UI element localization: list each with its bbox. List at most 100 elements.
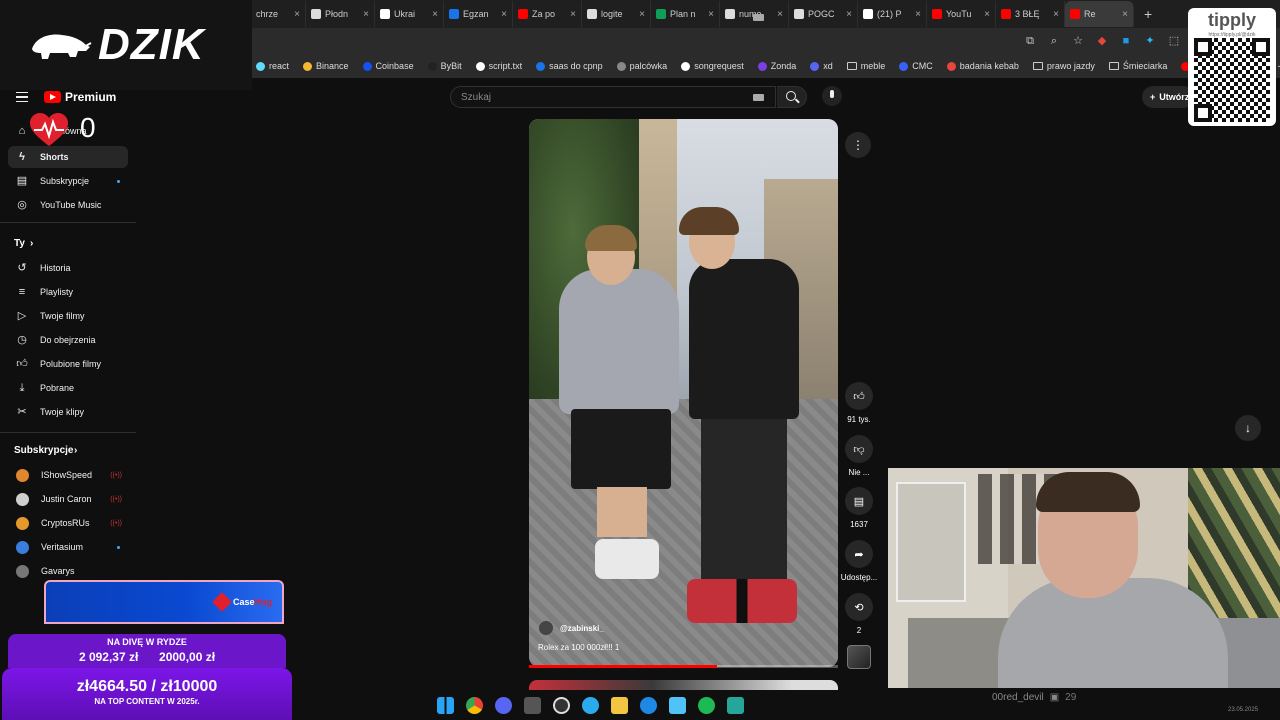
browser-tab[interactable]: Za po × [513,1,582,27]
windows-start-icon[interactable] [436,696,454,714]
puzzle-icon[interactable]: ⬚ [1168,35,1180,47]
obs-icon[interactable] [552,696,570,714]
browser-tab[interactable]: (21) P × [858,1,927,27]
more-options-icon[interactable]: ⋮ [845,132,871,158]
close-tab-icon[interactable]: × [639,9,645,20]
browser-tab[interactable]: Re × [1065,1,1134,27]
close-tab-icon[interactable]: × [846,9,852,20]
browser-tab[interactable]: POGC × [789,1,858,27]
bookmark-item[interactable]: prawo jazdy [1032,61,1095,71]
extension-icon[interactable]: ◆ [1096,35,1108,47]
share-icon[interactable]: ➦ [845,540,873,568]
short-channel[interactable]: @zabinski_ [538,620,604,636]
file-explorer-icon[interactable] [610,696,628,714]
bookmark-item[interactable]: xd [810,61,833,71]
browser-tab[interactable]: Plan n × [651,1,720,27]
close-tab-icon[interactable]: × [501,9,507,20]
discord-icon[interactable] [494,696,512,714]
sidebar-section-subscriptions[interactable]: Subskrypcje [14,445,73,456]
comment-icon[interactable]: ▤ [845,487,873,515]
extension-icon[interactable]: ✦ [1144,35,1156,47]
bookmark-item[interactable]: songrequest [681,61,744,71]
youtube-sidebar: ⌂ Główna ϟ Shorts ▤ Subskrypcje ◎ YouTube Mus… [0,114,138,720]
thumbs-down-icon[interactable]: 👎︎ [845,435,873,463]
youtube-logo[interactable]: Premium [44,90,116,104]
search-button[interactable] [777,86,807,108]
bookmark-item[interactable]: ByBit [427,61,462,71]
browser-tab[interactable]: logite × [582,1,651,27]
sidebar-item-twoje-filmy[interactable]: ▷ Twoje filmy [8,305,128,327]
browser-tab[interactable]: YouTu × [927,1,996,27]
install-app-icon[interactable]: ⧉ [1024,35,1036,47]
sidebar-item-subskrypcje[interactable]: ▤ Subskrypcje [8,170,128,192]
bookmark-item[interactable]: CMC [899,61,933,71]
close-tab-icon[interactable]: × [1122,9,1128,20]
bookmark-item[interactable]: script.txt [475,61,522,71]
notes-icon[interactable] [726,696,744,714]
bookmark-item[interactable]: Coinbase [362,61,414,71]
browser-tab[interactable]: Płodn × [306,1,375,27]
close-tab-icon[interactable]: × [708,9,714,20]
bookmark-item[interactable]: Binance [303,61,349,71]
sidebar-item-ishowspeed[interactable]: IShowSpeed ((•)) [8,464,128,486]
sidebar-item-veritasium[interactable]: Veritasium [8,536,128,558]
channel-handle[interactable]: @zabinski_ [560,624,604,633]
browser-tab[interactable]: Egzan × [444,1,513,27]
channel-avatar[interactable] [538,620,554,636]
menu-icon[interactable] [16,92,28,102]
close-tab-icon[interactable]: × [432,9,438,20]
sidebar-item-gavarys[interactable]: Gavarys [8,560,128,582]
close-tab-icon[interactable]: × [984,9,990,20]
bookmark-item[interactable]: Zonda [757,61,796,71]
close-tab-icon[interactable]: × [363,9,369,20]
close-tab-icon[interactable]: × [570,9,576,20]
audio-source-thumbnail[interactable] [847,645,871,669]
app-icon[interactable] [523,696,541,714]
telegram-icon[interactable] [581,696,599,714]
search-input[interactable]: Szukaj [450,86,776,108]
remix-icon[interactable]: ⟲ [845,593,873,621]
chrome-icon[interactable] [465,696,483,714]
next-short-button[interactable]: ↓ [1235,415,1261,441]
sidebar-item-polubione-filmy[interactable]: 👍︎ Polubione filmy [8,353,128,375]
sidebar-item-do-obejrzenia[interactable]: ◷ Do obejrzenia [8,329,128,351]
bookmark-item[interactable]: Śmieciarka [1108,61,1167,71]
close-tab-icon[interactable]: × [915,9,921,20]
sidebar-item-pobrane[interactable]: ⤓ Pobrane [8,377,128,399]
sidebar-item-label: Shorts [40,152,69,162]
tab-favicon-icon [932,9,942,19]
voice-search-icon[interactable] [822,86,842,106]
shorts-video-player[interactable] [529,119,838,667]
close-tab-icon[interactable]: × [294,9,300,20]
app-c-icon[interactable] [639,696,657,714]
sidebar-item-shorts[interactable]: ϟ Shorts [8,146,128,168]
close-tab-icon[interactable]: × [777,9,783,20]
browser-tab[interactable]: Ukrai × [375,1,444,27]
keyboard-icon[interactable] [753,94,764,101]
close-tab-icon[interactable]: × [1053,9,1059,20]
bookmark-star-icon[interactable]: ☆ [1072,35,1084,47]
bookmark-item[interactable]: palcówka [616,61,667,71]
extension-icon[interactable]: ■ [1120,35,1132,47]
browser-tab[interactable]: 3 BŁĘ × [996,1,1065,27]
sidebar-item-historia[interactable]: ↺ Historia [8,257,128,279]
bookmark-item[interactable]: react [256,61,289,71]
donation-goal-2: zł4664.50 / zł10000 NA TOP CONTENT W 202… [2,668,292,720]
spotify-icon[interactable] [697,696,715,714]
bookmark-item[interactable]: saas do cpnp [536,61,603,71]
thumbs-up-icon[interactable]: 👍︎ [845,382,873,410]
zoom-icon[interactable]: ⌕ [1048,35,1060,47]
sidebar-section-you[interactable]: Ty [14,238,25,249]
tool-icon[interactable] [668,696,686,714]
sidebar-item-playlisty[interactable]: ≡ Playlisty [8,281,128,303]
keyboard-icon[interactable] [753,14,764,21]
bookmark-item[interactable]: badania kebab [946,61,1019,71]
bookmark-item[interactable]: meble [846,61,885,71]
new-tab-icon[interactable]: + [1144,6,1152,22]
create-button[interactable]: + Utwórz [1142,86,1194,108]
sidebar-item-justin-caron[interactable]: Justin Caron ((•)) [8,488,128,510]
sidebar-item-twoje-klipy[interactable]: ✂ Twoje klipy [8,401,128,423]
sidebar-item-youtube-music[interactable]: ◎ YouTube Music [8,194,128,216]
video-progress-bar[interactable] [529,665,838,668]
sidebar-item-cryptosrus[interactable]: CryptosRUs ((•)) [8,512,128,534]
